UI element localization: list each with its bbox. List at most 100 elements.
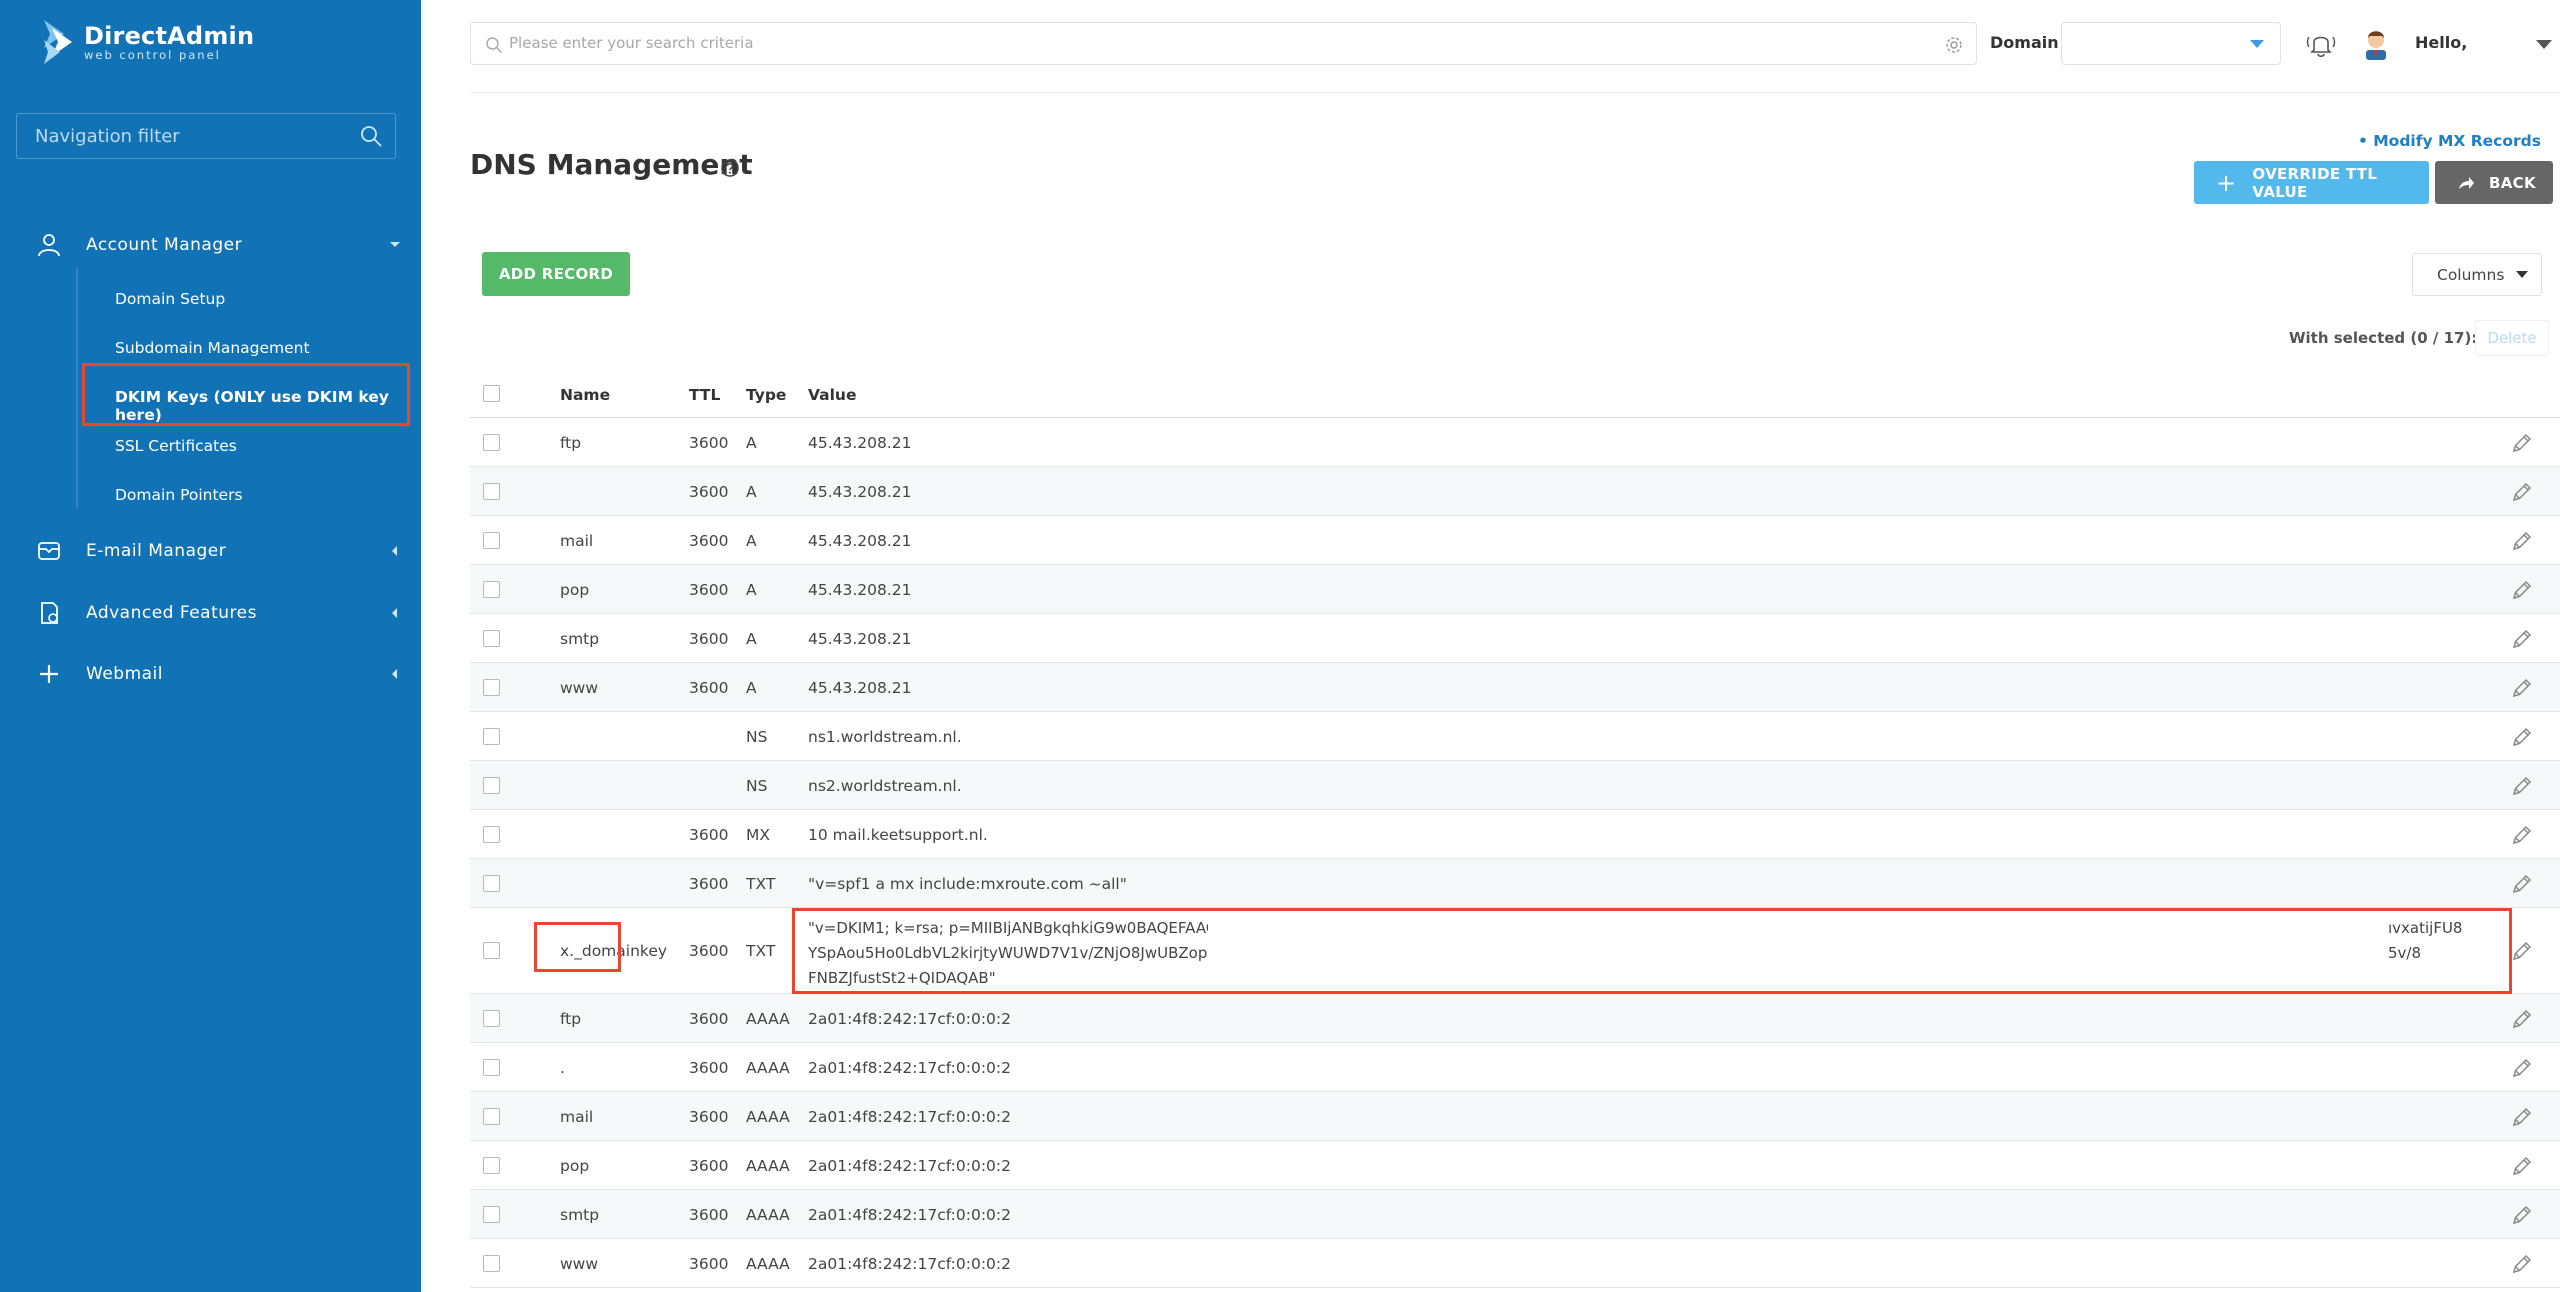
sidebar-section-account-manager[interactable]: Account Manager	[0, 225, 421, 265]
back-label: BACK	[2489, 173, 2536, 192]
chevron-down-icon	[390, 242, 400, 247]
record-type: A	[746, 581, 757, 599]
edit-pencil-icon[interactable]	[2510, 431, 2534, 455]
edit-pencil-icon[interactable]	[2510, 480, 2534, 504]
row-checkbox[interactable]	[483, 875, 500, 892]
table-row: 3600 TXT "v=spf1 a mx include:mxroute.com …	[470, 859, 2560, 908]
sidebar-section-label: Account Manager	[86, 235, 243, 255]
row-checkbox[interactable]	[483, 728, 500, 745]
record-value: "v=spf1 a mx include:mxroute.com ~all"	[808, 875, 1127, 893]
sidebar: DirectAdmin web control panel Navigation…	[0, 0, 421, 1292]
column-header-name[interactable]: Name	[560, 386, 610, 404]
edit-pencil-icon[interactable]	[2510, 578, 2534, 602]
logo-subtitle: web control panel	[84, 47, 221, 62]
row-checkbox[interactable]	[483, 630, 500, 647]
sidebar-item-domain-pointers[interactable]: Domain Pointers	[115, 486, 243, 504]
columns-dropdown[interactable]: Columns	[2412, 253, 2542, 296]
table-row: www 3600 AAAA 2a01:4f8:242:17cf:0:0:0:2	[470, 1239, 2560, 1288]
back-button[interactable]: BACK	[2435, 161, 2553, 204]
record-value: 2a01:4f8:242:17cf:0:0:0:2	[808, 1157, 1011, 1175]
column-header-value[interactable]: Value	[808, 386, 856, 404]
delete-button[interactable]: Delete	[2475, 320, 2549, 356]
user-menu-chevron-icon[interactable]	[2536, 40, 2552, 49]
edit-pencil-icon[interactable]	[2510, 1105, 2534, 1129]
search-icon[interactable]	[359, 124, 383, 148]
add-record-button[interactable]: ADD RECORD	[482, 252, 630, 296]
record-value: 45.43.208.21	[808, 581, 912, 599]
modify-mx-records-link[interactable]: • Modify MX Records	[2358, 132, 2541, 150]
edit-pencil-icon[interactable]	[2510, 1203, 2534, 1227]
record-type: MX	[746, 826, 770, 844]
sidebar-section-webmail[interactable]: Webmail	[0, 654, 421, 694]
domain-label: Domain	[1990, 33, 2059, 52]
edit-pencil-icon[interactable]	[2510, 627, 2534, 651]
table-row: smtp 3600 A 45.43.208.21	[470, 614, 2560, 663]
record-ttl: 3600	[689, 1206, 729, 1224]
row-checkbox[interactable]	[483, 942, 500, 959]
bell-icon[interactable]	[2304, 28, 2338, 60]
edit-pencil-icon[interactable]	[2510, 676, 2534, 700]
row-checkbox[interactable]	[483, 532, 500, 549]
edit-pencil-icon[interactable]	[2510, 725, 2534, 749]
sidebar-item-ssl-certificates[interactable]: SSL Certificates	[115, 437, 237, 455]
sidebar-section-advanced-features[interactable]: Advanced Features	[0, 593, 421, 633]
row-checkbox[interactable]	[483, 434, 500, 451]
domain-select[interactable]	[2061, 22, 2281, 65]
row-checkbox[interactable]	[483, 581, 500, 598]
row-checkbox[interactable]	[483, 1010, 500, 1027]
record-value: 2a01:4f8:242:17cf:0:0:0:2	[808, 1059, 1011, 1077]
row-checkbox[interactable]	[483, 483, 500, 500]
sidebar-item-subdomain-management[interactable]: Subdomain Management	[115, 339, 310, 357]
edit-pencil-icon[interactable]	[2510, 1252, 2534, 1276]
chevron-left-icon	[392, 608, 397, 618]
sidebar-section-email-manager[interactable]: E-mail Manager	[0, 531, 421, 571]
record-name: mail	[560, 1108, 594, 1126]
directadmin-logo[interactable]: DirectAdmin web control panel	[38, 18, 254, 66]
row-checkbox[interactable]	[483, 1157, 500, 1174]
row-checkbox[interactable]	[483, 1255, 500, 1272]
row-checkbox[interactable]	[483, 826, 500, 843]
user-greeting[interactable]: Hello,	[2415, 33, 2467, 52]
avatar[interactable]	[2360, 26, 2392, 60]
edit-pencil-icon[interactable]	[2510, 529, 2534, 553]
global-search-input[interactable]: Please enter your search criteria	[470, 22, 1977, 65]
chevron-left-icon	[392, 669, 397, 679]
record-ttl: 3600	[689, 679, 729, 697]
record-type: AAAA	[746, 1206, 790, 1224]
override-ttl-button[interactable]: + OVERRIDE TTL VALUE	[2194, 161, 2429, 204]
edit-pencil-icon[interactable]	[2510, 774, 2534, 798]
record-value: 2a01:4f8:242:17cf:0:0:0:2	[808, 1255, 1011, 1273]
column-header-ttl[interactable]: TTL	[689, 386, 720, 404]
dkim-highlight-box	[82, 363, 410, 426]
row-checkbox[interactable]	[483, 1206, 500, 1223]
column-header-type[interactable]: Type	[746, 386, 786, 404]
record-type: A	[746, 483, 757, 501]
row-checkbox[interactable]	[483, 1059, 500, 1076]
plus-icon	[40, 665, 58, 683]
select-all-checkbox[interactable]	[483, 385, 500, 402]
sidebar-item-domain-setup[interactable]: Domain Setup	[115, 290, 225, 308]
edit-pencil-icon[interactable]	[2510, 939, 2534, 963]
table-row: NS ns1.worldstream.nl.	[470, 712, 2560, 761]
gear-icon[interactable]	[1944, 35, 1964, 55]
edit-pencil-icon[interactable]	[2510, 1007, 2534, 1031]
record-value: ns2.worldstream.nl.	[808, 777, 962, 795]
sidebar-section-label: Advanced Features	[86, 603, 257, 623]
table-body: ftp 3600 A 45.43.208.21 3600 A 45.43.208.21 mai…	[470, 418, 2560, 1288]
edit-pencil-icon[interactable]	[2510, 872, 2534, 896]
edit-pencil-icon[interactable]	[2510, 823, 2534, 847]
edit-pencil-icon[interactable]	[2510, 1154, 2534, 1178]
row-checkbox[interactable]	[483, 679, 500, 696]
edit-pencil-icon[interactable]	[2510, 1056, 2534, 1080]
row-checkbox[interactable]	[483, 1108, 500, 1125]
table-row: pop 3600 A 45.43.208.21	[470, 565, 2560, 614]
sidebar-section-label: E-mail Manager	[86, 541, 227, 561]
plus-icon: +	[2216, 168, 2237, 197]
record-value: 45.43.208.21	[808, 483, 912, 501]
row-checkbox[interactable]	[483, 777, 500, 794]
record-ttl: 3600	[689, 532, 729, 550]
help-icon[interactable]	[720, 158, 740, 178]
navigation-filter-input[interactable]: Navigation filter	[16, 113, 396, 159]
dkim-name-highlight-box	[534, 922, 621, 972]
record-value: 2a01:4f8:242:17cf:0:0:0:2	[808, 1206, 1011, 1224]
